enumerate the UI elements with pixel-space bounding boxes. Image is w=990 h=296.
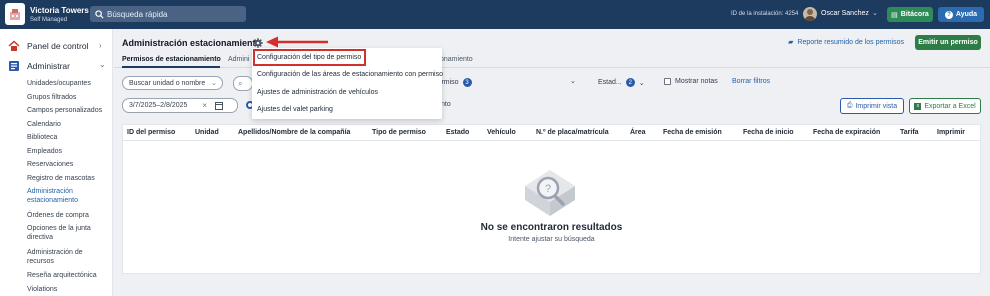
settings-dropdown-menu: Configuración del tipo de permiso Config… <box>252 48 443 119</box>
page-title: Administración estacionamiento <box>122 38 262 48</box>
main-content: Administración estacionamiento ▰ Reporte… <box>114 29 990 296</box>
calendar-icon[interactable] <box>215 101 223 110</box>
empty-state-title: No se encontraron resultados <box>480 222 623 233</box>
sidebar-item-campos[interactable]: Campos personalizados <box>27 106 102 115</box>
svg-text:?: ? <box>545 183 551 195</box>
gear-icon[interactable] <box>253 38 263 48</box>
avatar[interactable] <box>803 7 817 21</box>
chevron-down-icon[interactable]: ⌄ <box>99 60 106 69</box>
search-icon <box>95 9 104 19</box>
tab-bar: Permisos de estacionamiento Admini onami… <box>114 54 990 68</box>
permit-count-badge: 3 <box>462 78 472 87</box>
quick-search-input[interactable]: Búsqueda rápida <box>90 6 246 22</box>
unit-search-select[interactable]: Buscar unidad o nombre ⌄ <box>122 76 223 90</box>
empty-state-subtitle: Intente ajustar su búsqueda <box>508 236 595 243</box>
sidebar-item-reservaciones[interactable]: Reservaciones <box>27 160 73 169</box>
active-tab-indicator <box>122 66 220 68</box>
tab-right[interactable]: onamiento <box>440 56 473 63</box>
home-icon <box>8 40 20 51</box>
column-header[interactable]: Estado <box>446 129 469 136</box>
menu-item-parking-areas-config[interactable]: Configuración de las áreas de estacionam… <box>257 71 443 78</box>
sidebar-item-resena[interactable]: Reseña arquitectónica <box>27 271 97 280</box>
date-range-input[interactable]: 3/7/2025–2/8/2025 × <box>122 98 238 113</box>
show-notes-checkbox[interactable]: Mostrar notas <box>664 78 718 85</box>
org-name[interactable]: Victoria Towers <box>30 6 89 15</box>
question-icon: ? <box>944 10 953 19</box>
column-header[interactable]: N.º de placa/matrícula <box>536 129 609 136</box>
print-view-button[interactable]: ⎙ Imprimir vista <box>840 98 904 114</box>
car-icon: ▰ <box>788 39 794 46</box>
chevron-down-icon[interactable]: ⌄ <box>570 77 576 85</box>
column-header[interactable]: Vehículo <box>487 129 516 136</box>
column-header[interactable]: ID del permiso <box>127 129 175 136</box>
notebook-icon: ▤ <box>891 11 898 19</box>
chevron-down-icon: ⌄ <box>638 79 645 87</box>
chevron-right-icon[interactable]: › <box>99 41 102 50</box>
sidebar-item-empleados[interactable]: Empleados <box>27 147 62 156</box>
top-bar: Victoria Towers Self Managed Búsqueda rá… <box>0 0 990 29</box>
sidebar-item-calendario[interactable]: Calendario <box>27 120 61 129</box>
bitacora-button[interactable]: ▤ Bitácora <box>887 7 933 22</box>
menu-item-permit-type-config[interactable]: Configuración del tipo de permiso <box>257 54 361 61</box>
column-header[interactable]: Imprimir <box>937 129 965 136</box>
sidebar-item-junta[interactable]: Opciones de la junta directiva <box>27 224 107 242</box>
sidebar-item-dashboard[interactable]: Panel de control <box>8 40 88 52</box>
printer-icon: ⎙ <box>846 102 853 109</box>
export-excel-button[interactable]: x Exportar a Excel <box>909 98 981 114</box>
menu-item-vehicle-settings[interactable]: Ajustes de administración de vehículos <box>257 89 378 96</box>
search-input-partial[interactable]: ⌕ <box>233 76 253 91</box>
column-header[interactable]: Unidad <box>195 129 219 136</box>
menu-item-valet-settings[interactable]: Ajustes del valet parking <box>257 106 333 113</box>
chevron-down-icon: ⌄ <box>211 80 217 87</box>
sidebar-item-recursos[interactable]: Administración de recursos <box>27 248 107 266</box>
sidebar-item-violations[interactable]: Violations <box>27 285 57 294</box>
permits-table: ID del permiso Unidad Apellidos/Nombre d… <box>122 124 981 274</box>
sidebar-item-grupos[interactable]: Grupos filtrados <box>27 93 76 102</box>
status-filter[interactable]: Estad... 2 ⌄ <box>598 78 645 87</box>
sidebar-item-unidades[interactable]: Unidades/ocupantes <box>27 79 91 88</box>
empty-search-icon: ? <box>525 170 575 216</box>
issue-permit-button[interactable]: Emitir un permiso <box>915 35 981 50</box>
search-placeholder: Búsqueda rápida <box>107 9 168 19</box>
summary-report-link[interactable]: ▰ Reporte resumido de los permisos <box>788 38 904 47</box>
annotation-arrow-icon <box>266 36 328 48</box>
sidebar-item-estacionamiento[interactable]: Administración estacionamiento <box>27 187 107 205</box>
column-header[interactable]: Fecha de emisión <box>663 129 722 136</box>
user-name[interactable]: Oscar Sanchez <box>821 10 869 17</box>
column-header[interactable]: Tarifa <box>900 129 919 136</box>
column-header[interactable]: Tipo de permiso <box>372 129 426 136</box>
clear-filters-link[interactable]: Borrar filtros <box>732 78 770 85</box>
sidebar-item-administrar[interactable]: Administrar <box>8 60 70 72</box>
column-header[interactable]: Fecha de expiración <box>813 129 880 136</box>
table-header: ID del permiso Unidad Apellidos/Nombre d… <box>123 125 980 141</box>
tab-admin[interactable]: Admini <box>228 56 249 63</box>
column-header[interactable]: Área <box>630 129 646 136</box>
excel-icon: x <box>914 102 922 110</box>
close-icon[interactable]: × <box>202 101 207 110</box>
sidebar-item-biblioteca[interactable]: Biblioteca <box>27 133 57 142</box>
chevron-down-icon[interactable]: ⌄ <box>872 9 878 17</box>
sidebar: Panel de control › Administrar ⌄ Unidade… <box>0 29 113 296</box>
sidebar-item-mascotas[interactable]: Registro de mascotas <box>27 174 95 183</box>
building-logo-icon[interactable] <box>5 3 25 25</box>
filter-partial-label: nto <box>441 101 451 108</box>
column-header[interactable]: Apellidos/Nombre de la compañía <box>238 129 350 136</box>
search-icon: ⌕ <box>238 79 243 88</box>
installation-id: ID de la instalación: 4254 <box>731 11 799 17</box>
checkbox-box <box>664 78 671 85</box>
status-count-badge: 2 <box>625 78 635 87</box>
tab-permits[interactable]: Permisos de estacionamiento <box>122 56 221 63</box>
help-button[interactable]: ? Ayuda <box>938 7 984 22</box>
admin-icon <box>9 61 19 71</box>
sidebar-item-ordenes[interactable]: Órdenes de compra <box>27 211 89 220</box>
org-subtitle: Self Managed <box>30 17 68 23</box>
column-header[interactable]: Fecha de inicio <box>743 129 794 136</box>
